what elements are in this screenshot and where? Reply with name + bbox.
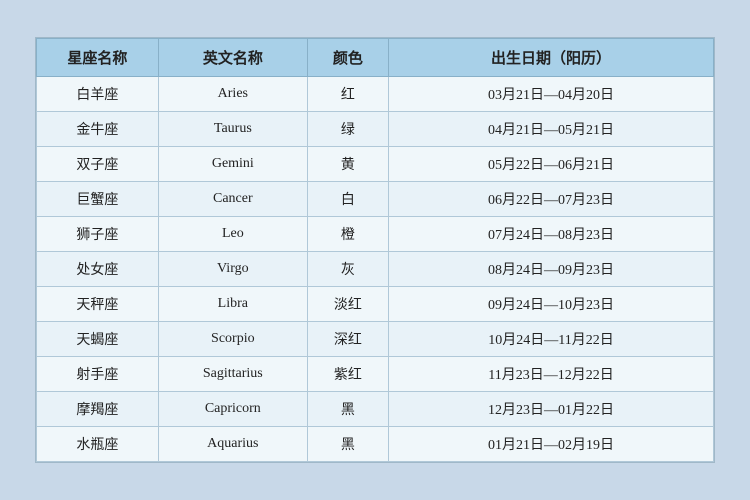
cell-zh-name: 天秤座 bbox=[37, 287, 159, 322]
cell-color: 深红 bbox=[307, 322, 388, 357]
table-row: 金牛座Taurus绿04月21日—05月21日 bbox=[37, 112, 714, 147]
table-row: 巨蟹座Cancer白06月22日—07月23日 bbox=[37, 182, 714, 217]
cell-date: 06月22日—07月23日 bbox=[389, 182, 714, 217]
table-row: 射手座Sagittarius紫红11月23日—12月22日 bbox=[37, 357, 714, 392]
cell-en-name: Virgo bbox=[158, 252, 307, 287]
cell-en-name: Aquarius bbox=[158, 427, 307, 462]
cell-zh-name: 处女座 bbox=[37, 252, 159, 287]
header-color: 颜色 bbox=[307, 39, 388, 77]
cell-en-name: Aries bbox=[158, 77, 307, 112]
cell-en-name: Gemini bbox=[158, 147, 307, 182]
cell-date: 10月24日—11月22日 bbox=[389, 322, 714, 357]
cell-en-name: Leo bbox=[158, 217, 307, 252]
cell-color: 黑 bbox=[307, 392, 388, 427]
cell-date: 12月23日—01月22日 bbox=[389, 392, 714, 427]
cell-zh-name: 巨蟹座 bbox=[37, 182, 159, 217]
cell-zh-name: 水瓶座 bbox=[37, 427, 159, 462]
cell-zh-name: 射手座 bbox=[37, 357, 159, 392]
cell-en-name: Scorpio bbox=[158, 322, 307, 357]
cell-date: 08月24日—09月23日 bbox=[389, 252, 714, 287]
table-row: 双子座Gemini黄05月22日—06月21日 bbox=[37, 147, 714, 182]
cell-zh-name: 双子座 bbox=[37, 147, 159, 182]
cell-date: 09月24日—10月23日 bbox=[389, 287, 714, 322]
cell-en-name: Sagittarius bbox=[158, 357, 307, 392]
cell-en-name: Taurus bbox=[158, 112, 307, 147]
zodiac-table: 星座名称 英文名称 颜色 出生日期（阳历） 白羊座Aries红03月21日—04… bbox=[36, 38, 714, 462]
cell-date: 11月23日—12月22日 bbox=[389, 357, 714, 392]
table-row: 处女座Virgo灰08月24日—09月23日 bbox=[37, 252, 714, 287]
cell-color: 紫红 bbox=[307, 357, 388, 392]
cell-en-name: Cancer bbox=[158, 182, 307, 217]
zodiac-table-container: 星座名称 英文名称 颜色 出生日期（阳历） 白羊座Aries红03月21日—04… bbox=[35, 37, 715, 463]
cell-color: 红 bbox=[307, 77, 388, 112]
cell-color: 淡红 bbox=[307, 287, 388, 322]
cell-color: 橙 bbox=[307, 217, 388, 252]
cell-date: 04月21日—05月21日 bbox=[389, 112, 714, 147]
table-row: 天秤座Libra淡红09月24日—10月23日 bbox=[37, 287, 714, 322]
cell-en-name: Capricorn bbox=[158, 392, 307, 427]
cell-zh-name: 金牛座 bbox=[37, 112, 159, 147]
cell-date: 03月21日—04月20日 bbox=[389, 77, 714, 112]
header-date: 出生日期（阳历） bbox=[389, 39, 714, 77]
table-row: 天蝎座Scorpio深红10月24日—11月22日 bbox=[37, 322, 714, 357]
cell-date: 07月24日—08月23日 bbox=[389, 217, 714, 252]
table-row: 摩羯座Capricorn黑12月23日—01月22日 bbox=[37, 392, 714, 427]
header-en-name: 英文名称 bbox=[158, 39, 307, 77]
cell-color: 灰 bbox=[307, 252, 388, 287]
cell-zh-name: 白羊座 bbox=[37, 77, 159, 112]
table-row: 狮子座Leo橙07月24日—08月23日 bbox=[37, 217, 714, 252]
cell-zh-name: 摩羯座 bbox=[37, 392, 159, 427]
table-row: 白羊座Aries红03月21日—04月20日 bbox=[37, 77, 714, 112]
cell-color: 黑 bbox=[307, 427, 388, 462]
cell-color: 白 bbox=[307, 182, 388, 217]
cell-zh-name: 天蝎座 bbox=[37, 322, 159, 357]
header-zh-name: 星座名称 bbox=[37, 39, 159, 77]
cell-date: 05月22日—06月21日 bbox=[389, 147, 714, 182]
cell-color: 绿 bbox=[307, 112, 388, 147]
table-header-row: 星座名称 英文名称 颜色 出生日期（阳历） bbox=[37, 39, 714, 77]
cell-zh-name: 狮子座 bbox=[37, 217, 159, 252]
cell-en-name: Libra bbox=[158, 287, 307, 322]
cell-date: 01月21日—02月19日 bbox=[389, 427, 714, 462]
table-body: 白羊座Aries红03月21日—04月20日金牛座Taurus绿04月21日—0… bbox=[37, 77, 714, 462]
cell-color: 黄 bbox=[307, 147, 388, 182]
table-row: 水瓶座Aquarius黑01月21日—02月19日 bbox=[37, 427, 714, 462]
